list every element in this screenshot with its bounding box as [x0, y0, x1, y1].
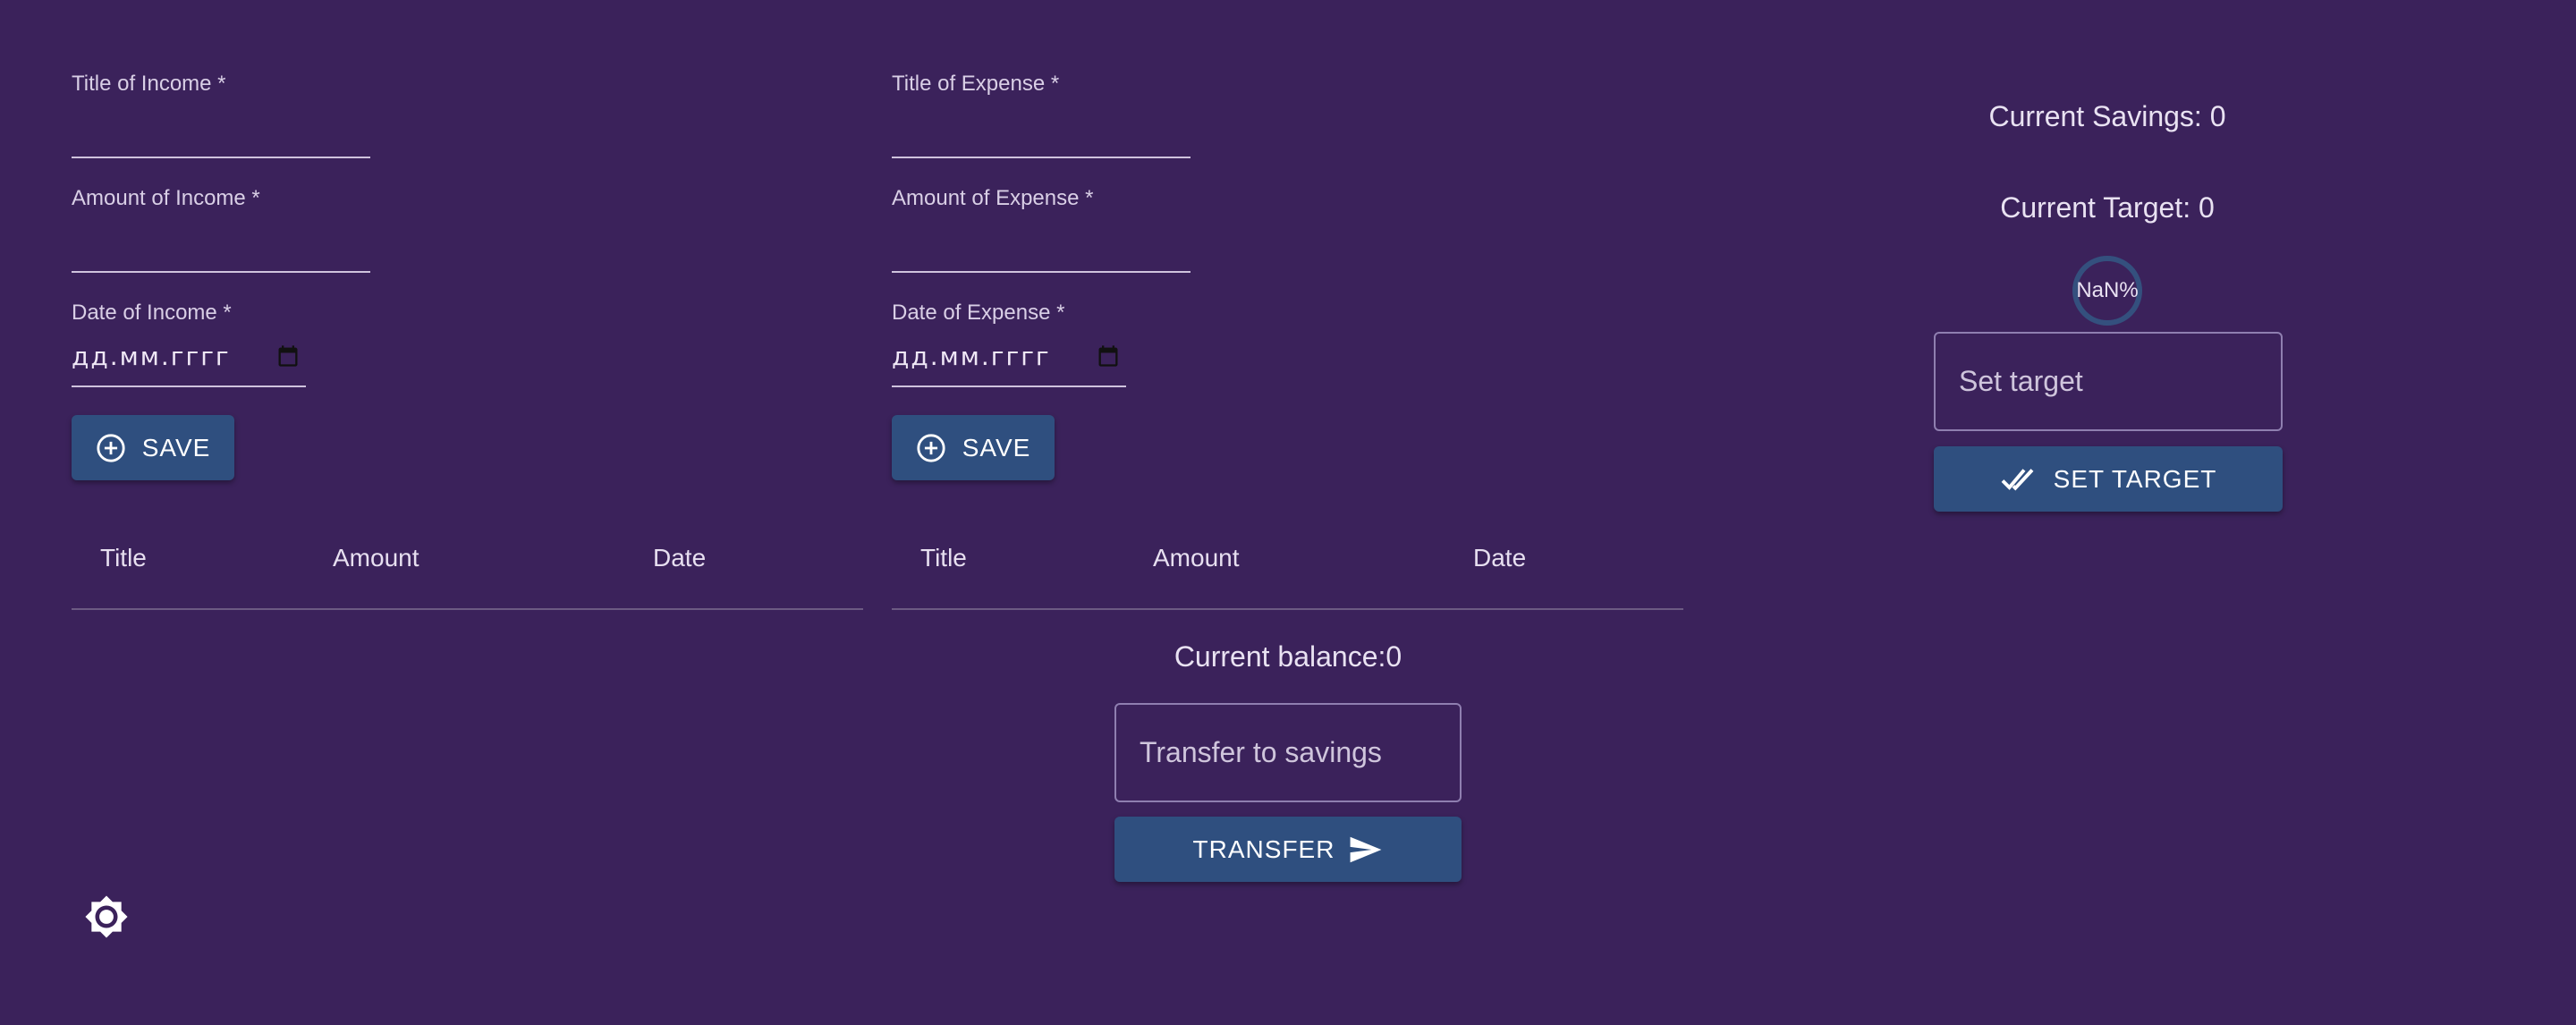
add-circle-icon: [96, 433, 126, 463]
income-table-header-title: Title: [100, 544, 147, 572]
income-table-divider: [72, 608, 863, 610]
set-target-label: SET TARGET: [2053, 464, 2217, 493]
expense-title-input[interactable]: [892, 98, 1191, 156]
expense-table-header-amount: Amount: [1153, 544, 1240, 572]
transfer-input[interactable]: Transfer to savings: [1114, 703, 1462, 802]
expense-table-header-date: Date: [1473, 544, 1527, 572]
transfer-button[interactable]: TRANSFER: [1114, 817, 1462, 882]
expense-date-underline: [892, 384, 1126, 387]
expense-amount-input[interactable]: [892, 213, 1191, 270]
income-date-input[interactable]: дд.мм.гггг: [72, 333, 306, 385]
income-date-underline: [72, 384, 306, 387]
double-check-icon: [2000, 465, 2038, 494]
target-progress-circle: NaN%: [2072, 255, 2143, 326]
expense-date-placeholder: дд.мм.гггг: [892, 342, 1051, 371]
expense-amount-underline: [892, 269, 1191, 273]
progress-text: NaN%: [2076, 278, 2139, 302]
income-amount-underline: [72, 269, 370, 273]
income-save-label: SAVE: [141, 433, 211, 462]
current-target: Current Target: 0: [2000, 191, 2215, 224]
income-title-underline: [72, 155, 370, 158]
income-date-placeholder: дд.мм.гггг: [72, 342, 231, 371]
income-table-header-amount: Amount: [333, 544, 419, 572]
income-amount-input[interactable]: [72, 213, 370, 270]
expense-table-divider: [892, 608, 1683, 610]
expense-title-underline: [892, 155, 1191, 158]
income-date-label: Date of Income *: [72, 301, 232, 325]
expense-save-button[interactable]: SAVE: [892, 415, 1055, 480]
current-savings: Current Savings: 0: [1988, 100, 2226, 132]
add-circle-icon: [916, 433, 946, 463]
transfer-placeholder: Transfer to savings: [1140, 736, 1382, 768]
expense-title-label: Title of Expense *: [892, 72, 1060, 96]
expense-date-input[interactable]: дд.мм.гггг: [892, 333, 1126, 385]
transfer-label: TRANSFER: [1192, 834, 1335, 863]
income-save-button[interactable]: SAVE: [72, 415, 234, 480]
income-amount-label: Amount of Income *: [72, 186, 260, 210]
expense-date-label: Date of Expense *: [892, 301, 1065, 325]
set-target-button[interactable]: SET TARGET: [1934, 446, 2283, 512]
calendar-icon[interactable]: [275, 343, 301, 373]
set-target-placeholder: Set target: [1959, 365, 2083, 397]
expense-amount-label: Amount of Expense *: [892, 186, 1094, 210]
expense-save-label: SAVE: [962, 433, 1031, 462]
send-icon: [1349, 835, 1383, 864]
current-balance: Current balance:0: [1174, 640, 1402, 673]
theme-toggle-button[interactable]: [84, 894, 129, 939]
income-title-label: Title of Income *: [72, 72, 226, 96]
brightness-icon: [85, 895, 128, 938]
expense-table-header-title: Title: [920, 544, 967, 572]
set-target-input[interactable]: Set target: [1934, 332, 2283, 431]
calendar-icon[interactable]: [1096, 343, 1121, 373]
income-title-input[interactable]: [72, 98, 370, 156]
income-table-header-date: Date: [653, 544, 707, 572]
